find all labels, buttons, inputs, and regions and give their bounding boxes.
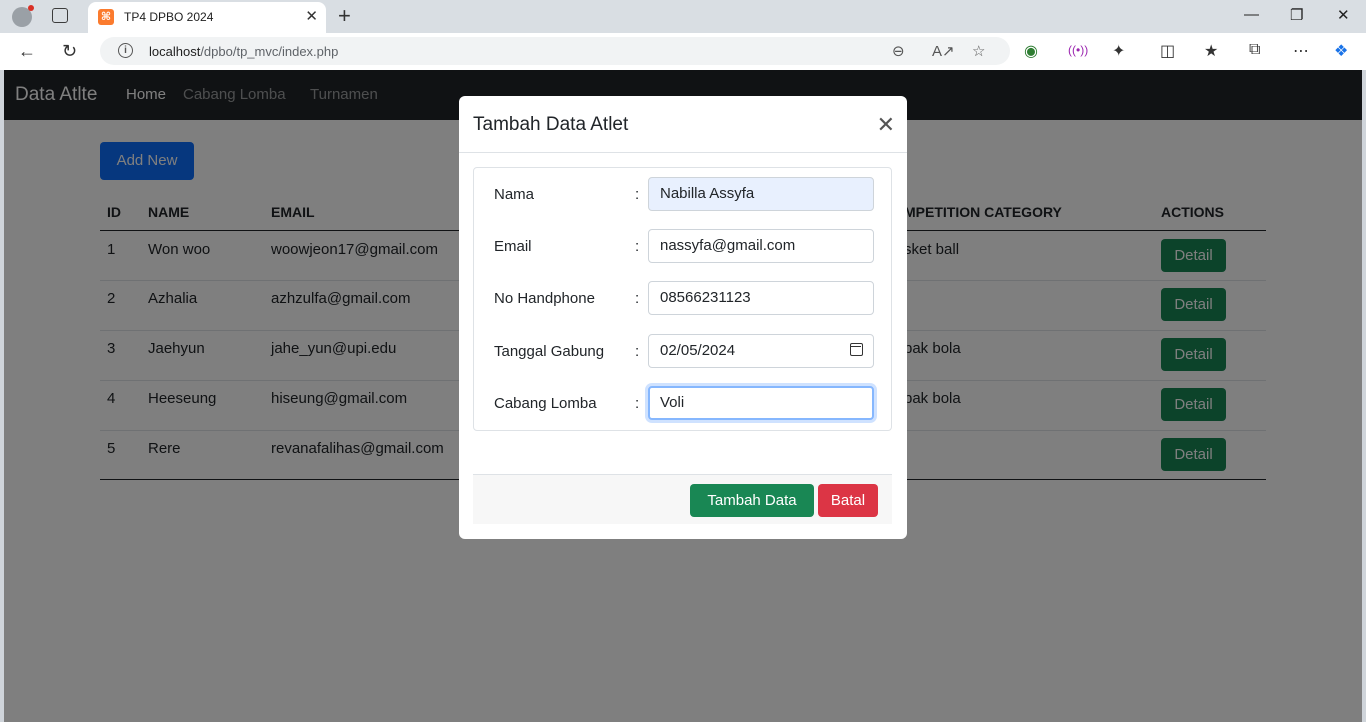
more-icon[interactable]: ⋯: [1293, 41, 1309, 61]
extension-globe-icon[interactable]: ◉: [1024, 41, 1038, 61]
cabang-lomba-input[interactable]: Voli: [648, 386, 874, 420]
notification-dot: [28, 5, 34, 11]
site-info-icon[interactable]: i: [118, 43, 133, 58]
browser-tab[interactable]: ⌘ TP4 DPBO 2024 ✕: [88, 2, 326, 33]
colon: :: [635, 343, 640, 360]
nama-label: Nama: [494, 186, 535, 203]
phone-input[interactable]: 08566231123: [648, 281, 874, 315]
cabang-lomba-label: Cabang Lomba: [494, 395, 597, 412]
browser-tab-strip: ⌘ TP4 DPBO 2024 ✕ + — ❐ ✕: [0, 0, 1366, 33]
xampp-icon: ⌘: [98, 9, 114, 25]
extensions-icon[interactable]: ✦: [1112, 41, 1125, 61]
split-screen-icon[interactable]: ◫: [1160, 41, 1175, 61]
email-input[interactable]: nassyfa@gmail.com: [648, 229, 874, 263]
colon: :: [635, 395, 640, 412]
add-athlete-modal: Tambah Data Atlet ✕ Nama : Nabilla Assyf…: [459, 96, 907, 539]
colon: :: [635, 290, 640, 307]
close-icon[interactable]: ✕: [877, 112, 895, 138]
email-label: Email: [494, 238, 532, 255]
tab-title: TP4 DPBO 2024: [124, 10, 214, 24]
close-window-icon[interactable]: ✕: [1337, 6, 1350, 24]
minimize-icon[interactable]: —: [1244, 6, 1259, 23]
url-text[interactable]: localhost/dpbo/tp_mvc/index.php: [149, 44, 338, 59]
zoom-icon[interactable]: ⊖: [892, 42, 905, 60]
colon: :: [635, 186, 640, 203]
read-aloud-icon[interactable]: A↗: [932, 42, 955, 60]
modal-header-divider: [459, 152, 907, 153]
collections-icon[interactable]: ⧉: [1249, 41, 1260, 59]
new-tab-icon[interactable]: +: [338, 3, 351, 29]
date-input[interactable]: 02/05/2024: [648, 334, 874, 368]
web-page: Data Atlte Home Cabang Lomba Turnamen Ad…: [4, 70, 1362, 722]
modal-footer: Tambah Data Batal: [473, 474, 892, 524]
favorite-star-icon[interactable]: ☆: [972, 42, 985, 60]
back-icon[interactable]: ←: [18, 41, 36, 62]
address-bar[interactable]: i localhost/dpbo/tp_mvc/index.php ⊖ A↗ ☆: [100, 37, 1010, 65]
favorites-icon[interactable]: ★: [1204, 41, 1218, 61]
calendar-icon[interactable]: [850, 343, 863, 356]
tab-close-icon[interactable]: ✕: [305, 7, 318, 25]
copilot-icon[interactable]: ❖: [1334, 41, 1348, 61]
browser-toolbar: ← ↻ i localhost/dpbo/tp_mvc/index.php ⊖ …: [0, 33, 1366, 70]
refresh-icon[interactable]: ↻: [62, 41, 77, 62]
modal-title: Tambah Data Atlet: [473, 114, 629, 135]
restore-icon[interactable]: ❐: [1290, 6, 1303, 24]
batal-button[interactable]: Batal: [818, 484, 878, 517]
athlete-form: Nama : Nabilla Assyfa Email : nassyfa@gm…: [473, 167, 892, 431]
colon: :: [635, 238, 640, 255]
broadcast-icon[interactable]: ((•)): [1068, 43, 1088, 57]
phone-label: No Handphone: [494, 290, 595, 307]
date-value: 02/05/2024: [660, 342, 736, 359]
tanggal-gabung-label: Tanggal Gabung: [494, 343, 605, 360]
tab-actions-icon[interactable]: [52, 8, 68, 23]
tambah-data-button[interactable]: Tambah Data: [690, 484, 814, 517]
nama-input[interactable]: Nabilla Assyfa: [648, 177, 874, 211]
